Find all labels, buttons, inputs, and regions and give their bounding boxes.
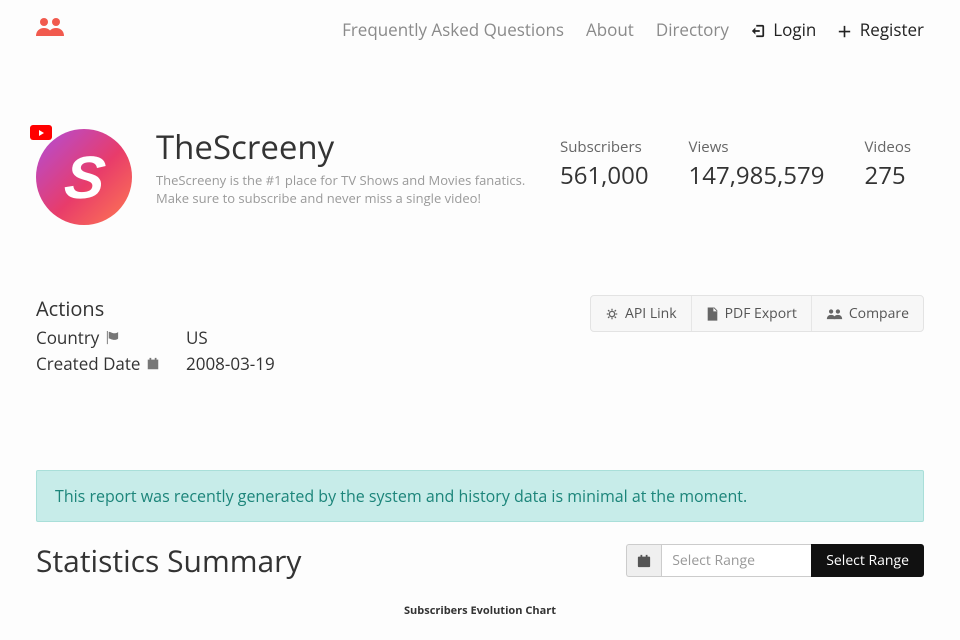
notice-banner: This report was recently generated by th… [36, 470, 924, 522]
nav-directory[interactable]: Directory [656, 18, 729, 41]
select-range-button[interactable]: Select Range [811, 544, 924, 577]
login-icon [751, 24, 765, 38]
plus-icon [838, 25, 851, 38]
calendar-icon-button[interactable] [626, 544, 661, 577]
compare-button[interactable]: Compare [812, 296, 923, 331]
country-value: US [186, 326, 208, 349]
logo-icon [36, 16, 64, 43]
stat-views-label: Views [689, 137, 825, 157]
channel-name: TheScreeny [156, 129, 526, 165]
youtube-badge-icon [30, 125, 52, 140]
compare-label: Compare [849, 304, 909, 323]
api-link-label: API Link [625, 304, 677, 323]
range-input[interactable] [661, 544, 811, 577]
stat-subscribers: Subscribers 561,000 [560, 137, 649, 192]
nav-about[interactable]: About [586, 18, 634, 41]
api-link-button[interactable]: API Link [591, 296, 692, 331]
avatar: S [36, 129, 132, 225]
nav-faq[interactable]: Frequently Asked Questions [342, 18, 564, 41]
api-icon [605, 307, 619, 321]
pdf-export-button[interactable]: PDF Export [692, 296, 812, 331]
actions-heading: Actions [36, 295, 275, 322]
pdf-icon [706, 307, 719, 321]
action-button-group: API Link PDF Export Compare [590, 295, 924, 332]
nav-register[interactable]: Register [838, 18, 924, 41]
channel-tagline: TheScreeny is the #1 place for TV Shows … [156, 171, 526, 207]
statistics-summary-heading: Statistics Summary [36, 540, 301, 581]
stat-videos-value: 275 [864, 159, 911, 192]
stat-views: Views 147,985,579 [689, 137, 825, 192]
created-date-label: Created Date [36, 352, 140, 375]
created-date-value: 2008-03-19 [186, 352, 275, 375]
country-label: Country [36, 326, 99, 349]
stat-videos: Videos 275 [864, 137, 911, 192]
stat-subscribers-value: 561,000 [560, 159, 649, 192]
calendar-icon [146, 357, 160, 371]
stat-subscribers-label: Subscribers [560, 137, 649, 157]
login-label: Login [773, 18, 816, 41]
flag-icon [105, 330, 120, 345]
stat-videos-label: Videos [864, 137, 911, 157]
nav-login[interactable]: Login [751, 18, 816, 41]
register-label: Register [860, 18, 924, 41]
compare-icon [826, 307, 843, 321]
chart-title: Subscribers Evolution Chart [36, 603, 924, 618]
pdf-export-label: PDF Export [725, 304, 797, 323]
stat-views-value: 147,985,579 [689, 159, 825, 192]
